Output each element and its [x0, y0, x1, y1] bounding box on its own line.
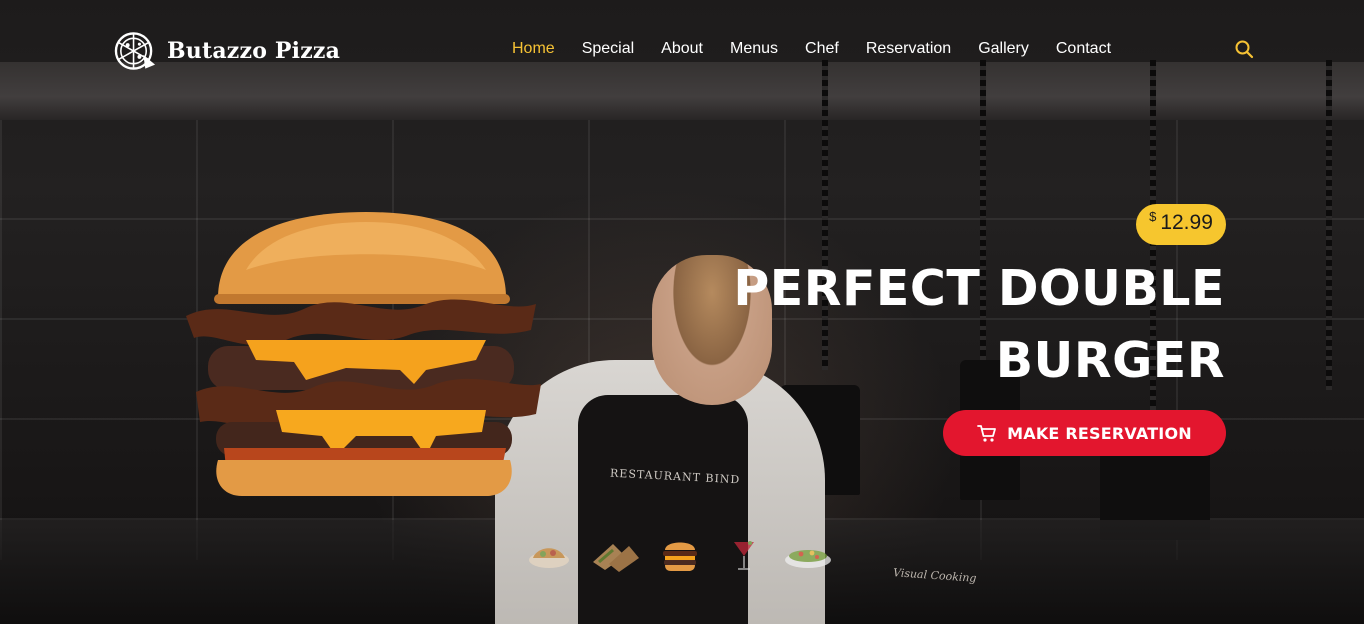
- hero-slider-thumbs: [525, 534, 845, 574]
- nav-item-contact[interactable]: Contact: [1056, 38, 1111, 60]
- price-amount: 12.99: [1160, 211, 1213, 234]
- price-currency: $: [1149, 209, 1157, 224]
- main-nav: Home Special About Menus Chef Reservatio…: [512, 38, 1138, 60]
- headline-line-2: BURGER: [995, 332, 1225, 389]
- wrap-thumb[interactable]: [589, 534, 643, 574]
- cart-icon: [977, 425, 997, 442]
- taco-plate-thumb[interactable]: [525, 534, 579, 574]
- salad-bowl-thumb[interactable]: [781, 534, 835, 574]
- cta-label: MAKE RESERVATION: [1007, 423, 1192, 443]
- lamp-cord: [1326, 60, 1332, 390]
- headline-line-1: PERFECT DOUBLE: [733, 260, 1225, 317]
- burger-thumb[interactable]: [653, 534, 707, 574]
- cocktail-thumb[interactable]: [717, 534, 771, 574]
- site-header: Butazzo Pizza Home Special About Menus C…: [0, 0, 1364, 100]
- search-icon[interactable]: [1234, 39, 1254, 59]
- brand[interactable]: Butazzo Pizza: [114, 31, 340, 71]
- pizza-icon: [114, 32, 156, 70]
- chef-apron: [578, 395, 748, 624]
- burger-image: [186, 212, 541, 496]
- nav-item-about[interactable]: About: [661, 38, 703, 60]
- make-reservation-button[interactable]: MAKE RESERVATION: [943, 410, 1226, 456]
- nav-item-reservation[interactable]: Reservation: [866, 38, 951, 60]
- hero-headline: PERFECT DOUBLE BURGER: [665, 253, 1225, 397]
- nav-item-menus[interactable]: Menus: [730, 38, 778, 60]
- nav-item-chef[interactable]: Chef: [805, 38, 839, 60]
- nav-item-home[interactable]: Home: [512, 38, 555, 60]
- nav-item-special[interactable]: Special: [582, 38, 634, 60]
- brand-name: Butazzo Pizza: [167, 38, 341, 64]
- price-tag: $ 12.99: [1136, 204, 1226, 245]
- nav-item-gallery[interactable]: Gallery: [978, 38, 1029, 60]
